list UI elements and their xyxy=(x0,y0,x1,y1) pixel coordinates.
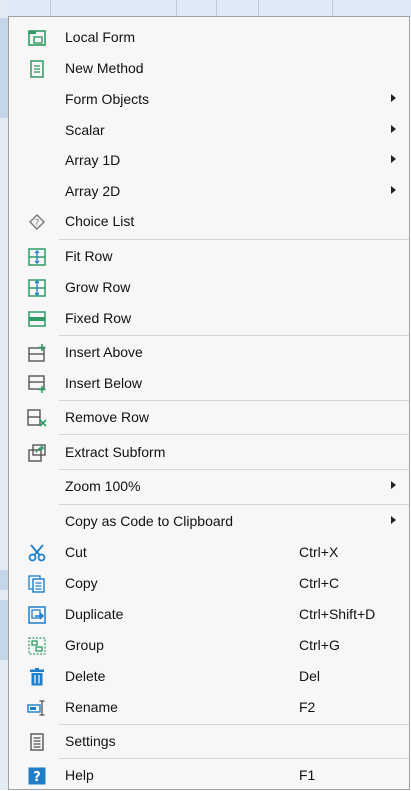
background-left-edge xyxy=(0,0,8,790)
menu-item-label: Copy xyxy=(65,575,98,591)
menu-item-label: Array 2D xyxy=(65,183,121,199)
new-method-icon xyxy=(27,59,47,79)
duplicate-icon xyxy=(27,605,47,625)
menu-item-form-objects[interactable]: Form Objects xyxy=(9,85,409,115)
menu-item-new-method[interactable]: New Method xyxy=(9,54,409,84)
menu-item-zoom[interactable]: Zoom 100% xyxy=(9,472,409,502)
menu-item-scalar[interactable]: Scalar xyxy=(9,116,409,146)
menu-item-label: Remove Row xyxy=(65,409,150,425)
menu-separator xyxy=(59,434,409,435)
menu-item-shortcut: Ctrl+G xyxy=(299,637,340,653)
menu-item-label: Fit Row xyxy=(65,248,113,264)
help-icon: ? xyxy=(27,766,47,786)
menu-item-label: Group xyxy=(65,637,104,653)
menu-separator xyxy=(59,758,409,759)
menu-item-insert-below[interactable]: Insert Below xyxy=(9,369,409,399)
menu-item-shortcut: Ctrl+X xyxy=(299,544,339,560)
background-selection-strip xyxy=(0,570,8,590)
menu-separator xyxy=(59,400,409,401)
submenu-arrow-icon xyxy=(391,155,396,163)
menu-item-array-2d[interactable]: Array 2D xyxy=(9,177,409,207)
menu-item-label: Settings xyxy=(65,733,116,749)
settings-icon xyxy=(27,732,47,752)
fixed-row-icon xyxy=(27,309,47,329)
menu-item-shortcut: Del xyxy=(299,668,321,684)
menu-item-rename[interactable]: Rename F2 xyxy=(9,693,409,723)
submenu-arrow-icon xyxy=(391,516,396,524)
group-icon xyxy=(27,636,47,656)
local-form-icon xyxy=(27,28,47,48)
trash-icon xyxy=(27,667,47,687)
grow-row-icon xyxy=(27,278,47,298)
background-selection-strip xyxy=(0,600,8,660)
menu-item-shortcut: F1 xyxy=(299,767,316,783)
extract-subform-icon xyxy=(27,443,47,463)
menu-item-label: New Method xyxy=(65,60,144,76)
menu-item-label: Insert Above xyxy=(65,344,143,360)
menu-item-insert-above[interactable]: Insert Above xyxy=(9,338,409,368)
submenu-arrow-icon xyxy=(391,481,396,489)
menu-item-fit-row[interactable]: Fit Row xyxy=(9,242,409,272)
menu-item-remove-row[interactable]: Remove Row xyxy=(9,403,409,433)
menu-item-array-1d[interactable]: Array 1D xyxy=(9,146,409,176)
scissors-icon xyxy=(27,543,47,563)
menu-separator xyxy=(59,504,409,505)
menu-item-label: Help xyxy=(65,767,94,783)
menu-item-label: Form Objects xyxy=(65,91,150,107)
menu-item-label: Choice List xyxy=(65,213,135,229)
menu-item-shortcut: Ctrl+Shift+D xyxy=(299,606,376,622)
menu-item-local-form[interactable]: Local Form xyxy=(9,23,409,53)
menu-item-help[interactable]: ? Help F1 xyxy=(9,761,409,791)
rename-icon xyxy=(27,698,47,718)
menu-item-settings[interactable]: Settings xyxy=(9,727,409,757)
menu-item-shortcut: F2 xyxy=(299,699,316,715)
menu-item-copy-as-code[interactable]: Copy as Code to Clipboard xyxy=(9,507,409,537)
svg-text:?: ? xyxy=(33,770,41,785)
menu-item-duplicate[interactable]: Duplicate Ctrl+Shift+D xyxy=(9,600,409,630)
menu-separator xyxy=(59,335,409,336)
menu-item-label: Duplicate xyxy=(65,606,124,622)
menu-item-group[interactable]: Group Ctrl+G xyxy=(9,631,409,661)
menu-item-label: Cut xyxy=(65,544,87,560)
menu-item-label: Rename xyxy=(65,699,118,715)
menu-item-copy[interactable]: Copy Ctrl+C xyxy=(9,569,409,599)
copy-icon xyxy=(27,574,47,594)
menu-item-label: Delete xyxy=(65,668,106,684)
menu-item-grow-row[interactable]: Grow Row xyxy=(9,273,409,303)
menu-item-shortcut: Ctrl+C xyxy=(299,575,340,591)
menu-item-label: Grow Row xyxy=(65,279,131,295)
menu-separator xyxy=(59,239,409,240)
submenu-arrow-icon xyxy=(391,186,396,194)
menu-item-delete[interactable]: Delete Del xyxy=(9,662,409,692)
insert-below-icon xyxy=(27,374,47,394)
context-menu: Local Form New Method Form Objects Scala… xyxy=(8,16,410,790)
insert-above-icon xyxy=(27,343,47,363)
submenu-arrow-icon xyxy=(391,125,396,133)
fit-row-icon xyxy=(27,247,47,267)
menu-item-cut[interactable]: Cut Ctrl+X xyxy=(9,538,409,568)
menu-item-choice-list[interactable]: ? Choice List xyxy=(9,207,409,237)
menu-item-label: Insert Below xyxy=(65,375,143,391)
menu-separator xyxy=(59,469,409,470)
background-selection-strip xyxy=(0,18,8,118)
menu-item-label: Array 1D xyxy=(65,152,121,168)
menu-item-label: Scalar xyxy=(65,122,105,138)
menu-item-label: Copy as Code to Clipboard xyxy=(65,513,234,529)
svg-text:?: ? xyxy=(35,219,40,229)
submenu-arrow-icon xyxy=(391,94,396,102)
menu-item-extract-subform[interactable]: Extract Subform xyxy=(9,438,409,468)
menu-item-label: Local Form xyxy=(65,29,136,45)
menu-item-label: Extract Subform xyxy=(65,444,166,460)
menu-item-fixed-row[interactable]: Fixed Row xyxy=(9,304,409,334)
menu-separator xyxy=(59,724,409,725)
choice-list-icon: ? xyxy=(27,212,47,232)
menu-item-label: Fixed Row xyxy=(65,310,132,326)
remove-row-icon xyxy=(27,408,47,428)
menu-item-label: Zoom 100% xyxy=(65,478,141,494)
